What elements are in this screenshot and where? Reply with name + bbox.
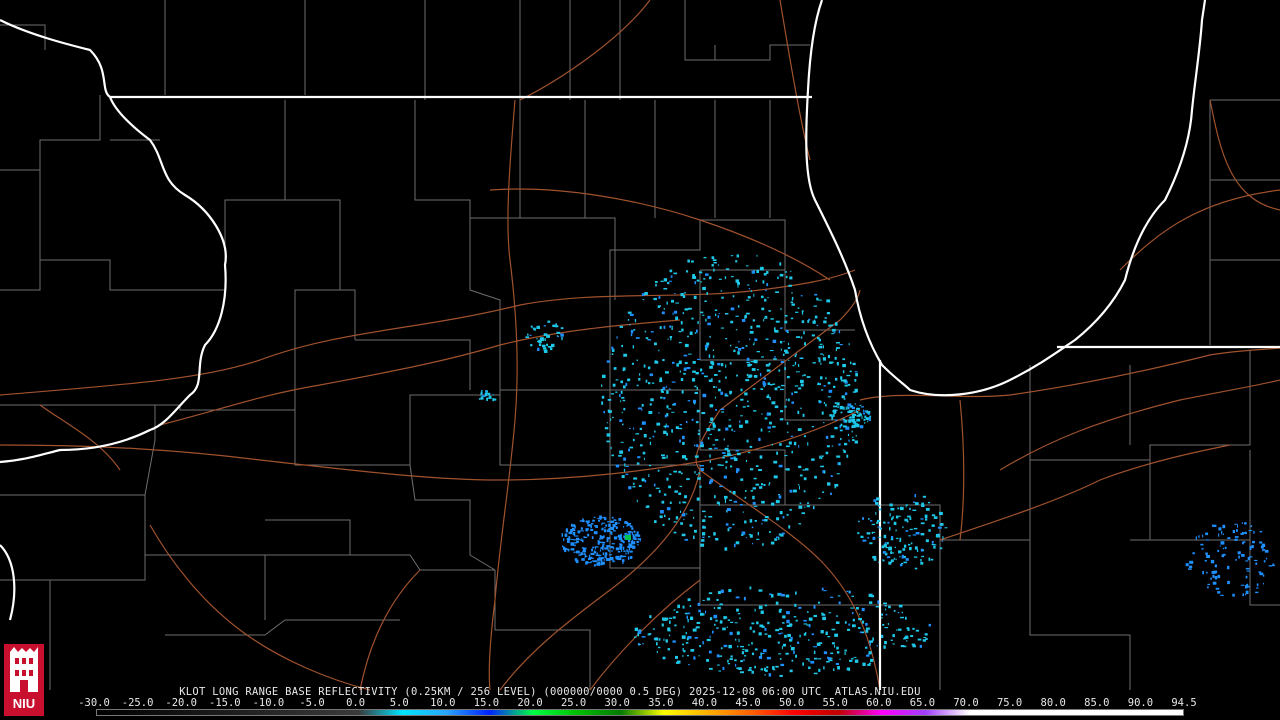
- lake-michigan-shoreline: [805, 0, 1207, 397]
- radar-echoes: [478, 254, 1275, 677]
- colorbar-tick-label: 85.0: [1084, 697, 1110, 709]
- colorbar-tick-label: 35.0: [648, 697, 674, 709]
- colorbar-tick-label: 10.0: [430, 697, 456, 709]
- colorbar-tick-label: 25.0: [560, 697, 587, 709]
- colorbar-tick-label: 65.0: [909, 697, 936, 709]
- reflectivity-colorbar: [96, 709, 1184, 716]
- colorbar-tick-label: 55.0: [822, 697, 848, 709]
- state-borders: [0, 19, 1280, 690]
- colorbar-tick-label: 15.0: [473, 697, 500, 709]
- colorbar-tick-label: -15.0: [208, 697, 241, 709]
- niu-logo: NIU: [4, 644, 44, 716]
- highways: [0, 0, 1280, 691]
- colorbar-tick-label: -20.0: [165, 697, 197, 709]
- radar-map: [0, 0, 1280, 691]
- colorbar-tick-label: 75.0: [996, 697, 1023, 709]
- colorbar-tick-label: 94.5: [1171, 697, 1197, 709]
- colorbar-tick-label: 45.0: [735, 697, 761, 709]
- colorbar-tick-labels: -30.0 -25.0 -20.0 -15.0 -10.0 -5.0 0.0 5.0 10.0 1…: [78, 697, 1197, 709]
- colorbar-tick-label: 50.0: [778, 697, 805, 709]
- colorbar-tick-label: -10.0: [252, 697, 285, 709]
- colorbar-tick-label: -5.0: [299, 697, 325, 709]
- logo-text: NIU: [13, 696, 35, 711]
- colorbar-tick-label: 0.0: [346, 697, 366, 709]
- county-boundaries: [0, 0, 1280, 690]
- colorbar-tick-label: 90.0: [1127, 697, 1154, 709]
- colorbar-tick-label: 60.0: [866, 697, 892, 709]
- colorbar-tick-label: 30.0: [604, 697, 630, 709]
- colorbar-tick-label: 40.0: [691, 697, 718, 709]
- colorbar-tick-label: 20.0: [517, 697, 543, 709]
- colorbar-tick-label: 70.0: [953, 697, 979, 709]
- colorbar-tick-label: 80.0: [1040, 697, 1066, 709]
- colorbar-tick-label: -25.0: [121, 697, 154, 709]
- colorbar-tick-label: 5.0: [389, 697, 409, 709]
- colorbar-tick-label: -30.0: [78, 697, 110, 709]
